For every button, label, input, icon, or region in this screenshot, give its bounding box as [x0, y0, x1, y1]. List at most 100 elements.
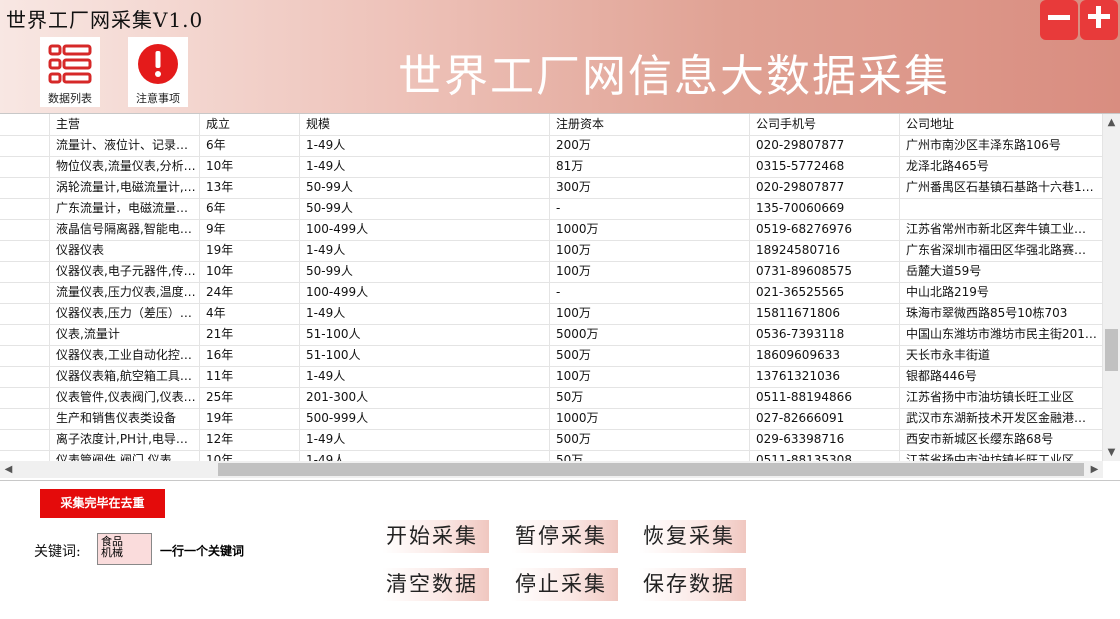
table-row[interactable]: 生产和销售仪表类设备 19年 500-999人 1000万 027-82666091 武汉… — [0, 408, 1103, 430]
table-row[interactable]: 仪器仪表,电子元器件,传… 10年 50-99人 100万 0731-89608575 岳… — [0, 261, 1103, 283]
table-cell: 0315-5772468 — [750, 156, 900, 177]
notes-button[interactable]: 注意事项 — [128, 37, 188, 107]
table-row[interactable]: 离子浓度计,PH计,电导… 12年 1-49人 500万 029-63398716 西安市… — [0, 429, 1103, 451]
table-cell: 4年 — [200, 303, 300, 324]
table-row[interactable]: 广东流量计，电磁流量… 6年 50-99人 -135-70060669 — [0, 198, 1103, 220]
maximize-button[interactable] — [1080, 0, 1118, 40]
table-cell: 12年 — [200, 429, 300, 450]
table-row[interactable]: 流量计、液位计、记录… 6年 1-49人 200万 020-29807877 广州市南沙区… — [0, 135, 1103, 157]
table-row[interactable]: 仪表管件,仪表阀门,仪表… 25年 201-300人 50万 0511-88194866… — [0, 387, 1103, 409]
data-list-label: 数据列表 — [48, 92, 92, 105]
table-cell: 201-300人 — [300, 387, 550, 408]
table-cell: 江苏省扬中市油坊镇长旺工业区 — [900, 387, 1103, 408]
table-cell: 广州市南沙区丰泽东路106号 — [900, 135, 1103, 156]
table-cell: 流量仪表,压力仪表,温度… — [50, 282, 200, 303]
table-cell: 珠海市翠微西路85号10栋703 — [900, 303, 1103, 324]
data-table[interactable]: 主营 成立 规模 注册资本 公司手机号 公司地址 流量计、液位计、记录… 6年 1-49人 200… — [0, 113, 1120, 481]
save-data-button[interactable]: 保存数据 — [639, 568, 746, 601]
table-header-row: 主营 成立 规模 注册资本 公司手机号 公司地址 — [0, 114, 1103, 136]
table-cell: 100万 — [550, 240, 750, 261]
minimize-button[interactable] — [1040, 0, 1078, 40]
table-cell: 生产和销售仪表类设备 — [50, 408, 200, 429]
table-cell: 029-63398716 — [750, 429, 900, 450]
header-bar: 世界工厂网采集V1.0 世界工厂网信息大数据采集 数据列表 注意事项 — [0, 0, 1120, 113]
table-cell: 流量计、液位计、记录… — [50, 135, 200, 156]
vertical-scroll-thumb[interactable] — [1105, 329, 1118, 371]
table-cell: 500万 — [550, 429, 750, 450]
table-cell: 0511-88194866 — [750, 387, 900, 408]
minimize-icon — [1048, 15, 1070, 20]
table-cell: 1-49人 — [300, 429, 550, 450]
table-cell: 50-99人 — [300, 177, 550, 198]
scroll-left-icon[interactable]: ◀ — [0, 461, 17, 478]
table-cell: 50万 — [550, 387, 750, 408]
table-cell: 50-99人 — [300, 261, 550, 282]
column-header[interactable]: 规模 — [300, 114, 550, 135]
column-header[interactable] — [0, 114, 50, 135]
table-row[interactable]: 仪表管阀件,阀门,仪表… 10年 1-49人 50万 0511-88135308 江苏省扬… — [0, 450, 1103, 461]
table-cell: 离子浓度计,PH计,电导… — [50, 429, 200, 450]
table-row[interactable]: 仪器仪表箱,航空箱工具… 11年 1-49人 100万 13761321036 银都路44… — [0, 366, 1103, 388]
scroll-up-icon[interactable]: ▲ — [1103, 114, 1120, 131]
table-cell: 武汉市东湖新技术开发区金融港… — [900, 408, 1103, 429]
stop-collect-button[interactable]: 停止采集 — [511, 568, 618, 601]
table-cell: 18924580716 — [750, 240, 900, 261]
table-cell: 液晶信号隔离器,智能电… — [50, 219, 200, 240]
table-cell: 广东省深圳市福田区华强北路赛… — [900, 240, 1103, 261]
table-row[interactable]: 仪器仪表,工业自动化控… 16年 51-100人 500万 18609609633 天长市… — [0, 345, 1103, 367]
notes-label: 注意事项 — [136, 92, 180, 105]
scroll-down-icon[interactable]: ▼ — [1103, 444, 1120, 461]
table-cell — [0, 177, 50, 198]
table-cell — [0, 303, 50, 324]
table-cell — [0, 261, 50, 282]
horizontal-scroll-thumb[interactable] — [218, 463, 1084, 476]
table-row[interactable]: 物位仪表,流量仪表,分析… 10年 1-49人 81万 0315-5772468 龙泽北路… — [0, 156, 1103, 178]
table-cell: 9年 — [200, 219, 300, 240]
table-row[interactable]: 仪器仪表,压力（差压）… 4年 1-49人 100万 15811671806 珠海市翠微西… — [0, 303, 1103, 325]
table-cell: 1-49人 — [300, 303, 550, 324]
table-cell: - — [550, 282, 750, 303]
table-cell: 10年 — [200, 450, 300, 461]
resume-collect-button[interactable]: 恢复采集 — [639, 520, 746, 553]
table-cell: 广州番禺区石基镇石基路十六巷1… — [900, 177, 1103, 198]
clear-data-button[interactable]: 清空数据 — [382, 568, 489, 601]
start-collect-button[interactable]: 开始采集 — [382, 520, 489, 553]
data-list-button[interactable]: 数据列表 — [40, 37, 100, 107]
table-cell: 10年 — [200, 261, 300, 282]
table-row[interactable]: 液晶信号隔离器,智能电… 9年 100-499人 1000万 0519-68276976… — [0, 219, 1103, 241]
column-header[interactable]: 主营 — [50, 114, 200, 135]
list-icon — [48, 44, 92, 84]
table-cell — [0, 156, 50, 177]
table-row[interactable]: 涡轮流量计,电磁流量计,… 13年 50-99人 300万 020-29807877 广州… — [0, 177, 1103, 199]
table-cell — [0, 282, 50, 303]
table-row[interactable]: 流量仪表,压力仪表,温度… 24年 100-499人 -021-36525565 中山北… — [0, 282, 1103, 304]
table-cell: 11年 — [200, 366, 300, 387]
keyword-input[interactable]: 食品 机械 — [97, 533, 152, 565]
column-header[interactable]: 成立 — [200, 114, 300, 135]
table-cell — [0, 429, 50, 450]
table-cell: 仪器仪表,工业自动化控… — [50, 345, 200, 366]
column-header[interactable]: 公司地址 — [900, 114, 1103, 135]
table-cell: 1000万 — [550, 408, 750, 429]
table-cell: 1-49人 — [300, 366, 550, 387]
vertical-scrollbar[interactable]: ▲ ▼ — [1103, 114, 1120, 461]
table-cell — [0, 387, 50, 408]
table-cell: 18609609633 — [750, 345, 900, 366]
table-row[interactable]: 仪器仪表 19年 1-49人 100万 18924580716 广东省深圳市福田区华强北路… — [0, 240, 1103, 262]
column-header[interactable]: 公司手机号 — [750, 114, 900, 135]
table-cell: 020-29807877 — [750, 177, 900, 198]
table-cell: 300万 — [550, 177, 750, 198]
table-cell — [0, 240, 50, 261]
table-cell: 100万 — [550, 366, 750, 387]
scroll-right-icon[interactable]: ▶ — [1086, 461, 1103, 478]
table-cell — [0, 345, 50, 366]
table-row[interactable]: 仪表,流量计 21年 51-100人 5000万 0536-7393118 中国山东潍坊市… — [0, 324, 1103, 346]
table-cell: 5000万 — [550, 324, 750, 345]
pause-collect-button[interactable]: 暂停采集 — [511, 520, 618, 553]
table-cell: 13761321036 — [750, 366, 900, 387]
table-cell: 13年 — [200, 177, 300, 198]
column-header[interactable]: 注册资本 — [550, 114, 750, 135]
dedupe-status-button[interactable]: 采集完毕在去重 — [40, 489, 165, 518]
horizontal-scrollbar[interactable]: ◀ ▶ — [0, 461, 1103, 478]
table-cell: 江苏省扬中市油坊镇长旺工业区 — [900, 450, 1103, 461]
